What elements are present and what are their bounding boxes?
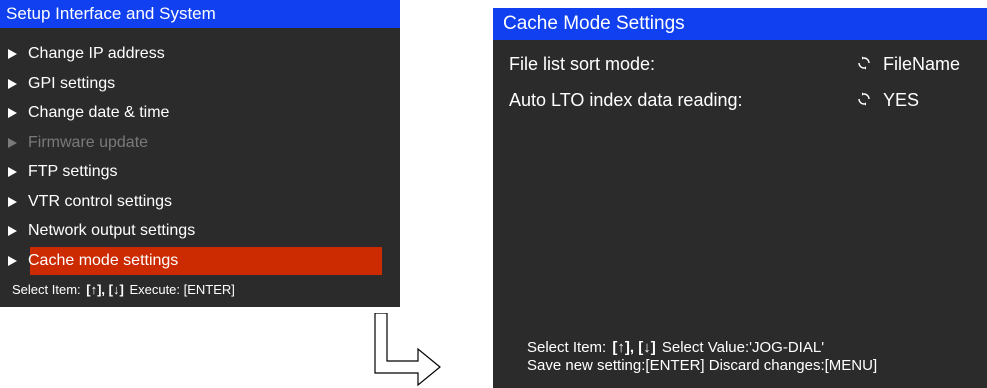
footer-select-value-hint: Select Value:'JOG-DIAL'	[661, 339, 825, 356]
right-triangle-icon	[8, 108, 17, 118]
menu-item-vtr-control-settings[interactable]: VTR control settings	[0, 188, 400, 218]
auto-lto-index-label: Auto LTO index data reading:	[509, 90, 743, 110]
arrow-keys-hint: [↑], [↓]	[86, 282, 124, 297]
setting-row-file-list-sort-mode[interactable]: File list sort mode: FileName	[509, 54, 987, 78]
footer-line-1: Select Item: [↑], [↓] Select Value:'JOG-…	[527, 339, 877, 357]
right-triangle-icon	[8, 226, 17, 236]
setup-menu-footer: Select Item: [↑], [↓] Execute: [ENTER]	[12, 282, 235, 297]
menu-item-ftp-settings[interactable]: FTP settings	[0, 158, 400, 188]
menu-item-cache-mode-settings[interactable]: Cache mode settings	[0, 246, 400, 277]
menu-item-change-ip[interactable]: Change IP address	[0, 40, 400, 70]
right-triangle-icon	[8, 196, 17, 207]
setting-row-auto-lto-index[interactable]: Auto LTO index data reading: YES	[509, 90, 987, 114]
down-right-arrow-icon	[374, 313, 441, 387]
right-triangle-icon	[8, 167, 17, 177]
setup-menu-title: Setup Interface and System	[0, 0, 400, 28]
right-triangle-icon	[8, 78, 17, 89]
file-list-sort-mode-value: FileName	[883, 54, 961, 74]
file-list-sort-mode-label: File list sort mode:	[509, 54, 656, 74]
right-triangle-icon	[8, 137, 17, 148]
setup-menu-list: Change IP address GPI settings Change da…	[0, 40, 400, 276]
footer-execute-hint: Execute: [ENTER]	[129, 282, 235, 297]
menu-item-gpi-settings[interactable]: GPI settings	[0, 70, 400, 100]
cache-mode-footer: Select Item: [↑], [↓] Select Value:'JOG-…	[527, 339, 877, 375]
footer-line-2: Save new setting:[ENTER] Discard changes…	[527, 357, 878, 374]
arrow-keys-hint: [↑], [↓]	[612, 339, 656, 356]
right-triangle-icon	[8, 255, 17, 266]
menu-item-network-output-settings[interactable]: Network output settings	[0, 217, 400, 247]
cache-mode-settings-title: Cache Mode Settings	[493, 8, 987, 40]
cycle-arrows-icon	[858, 56, 870, 70]
right-triangle-icon	[8, 49, 17, 59]
footer-select-item-label: Select Item:	[527, 339, 607, 356]
menu-item-change-date-time[interactable]: Change date & time	[0, 99, 400, 129]
setup-menu-panel: Setup Interface and System Change IP add…	[0, 0, 400, 307]
cache-mode-settings-panel: Cache Mode Settings File list sort mode:…	[493, 8, 987, 388]
cycle-arrows-icon	[858, 92, 870, 106]
footer-select-label: Select Item:	[12, 282, 81, 297]
menu-item-firmware-update: Firmware update	[0, 129, 400, 159]
auto-lto-index-value: YES	[883, 90, 920, 110]
